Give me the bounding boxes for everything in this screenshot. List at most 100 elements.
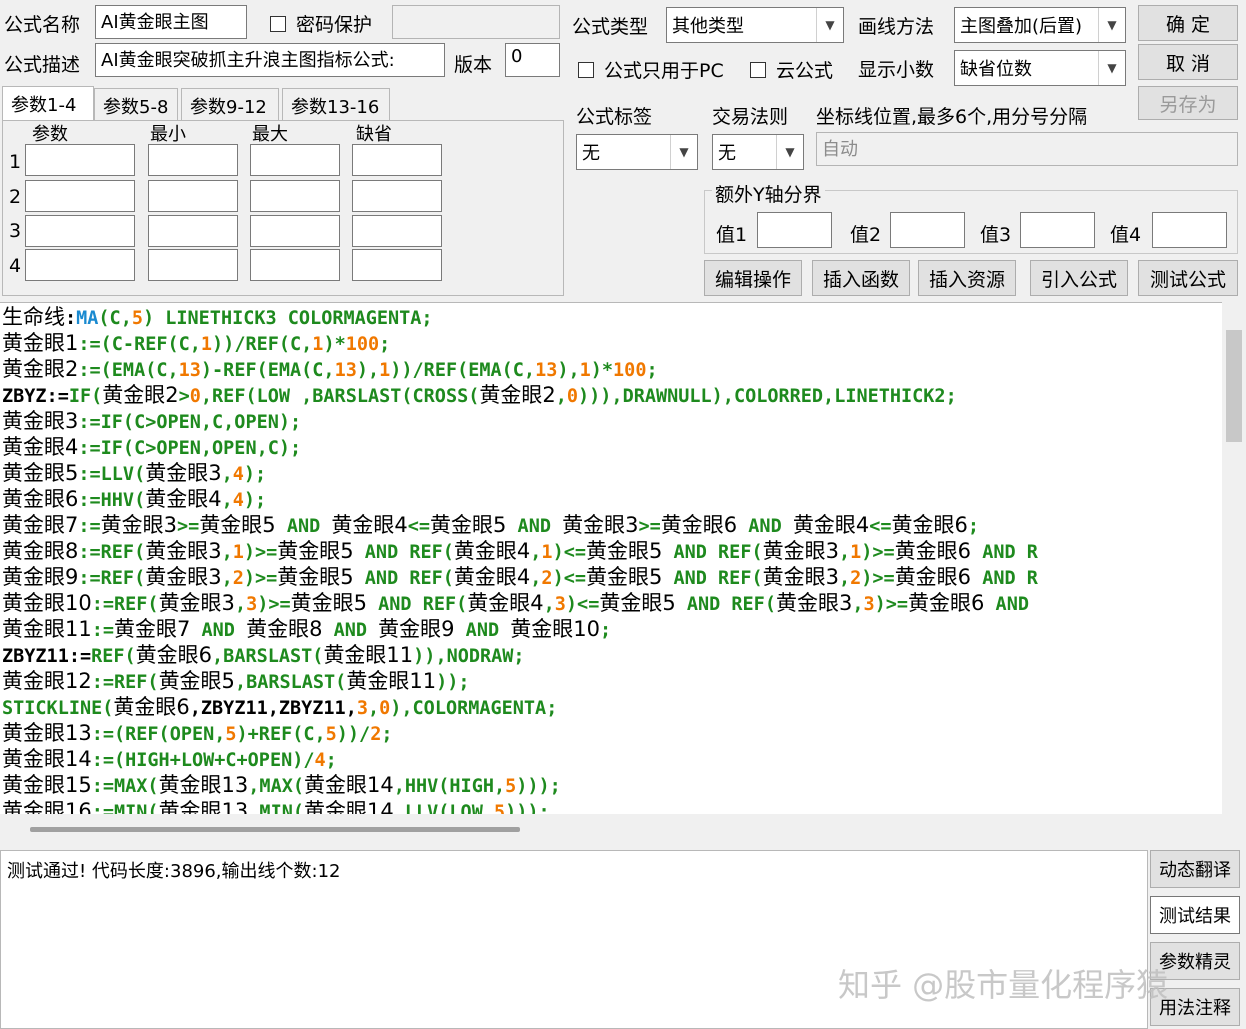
code-token: )<=	[552, 542, 586, 563]
tab-params-9-12[interactable]: 参数9-12	[181, 88, 279, 120]
code-token: 黄金眼8	[2, 539, 79, 563]
y-value-3-input[interactable]	[1020, 212, 1095, 248]
formula-desc-input[interactable]: AI黄金眼突破抓主升浪主图指标公式:	[95, 43, 445, 77]
code-line[interactable]: ZBYZ:=IF(黄金眼2>0,REF(LOW ,BARSLAST(CROSS(…	[2, 382, 957, 410]
tab-params-5-8[interactable]: 参数5-8	[94, 88, 178, 120]
code-line[interactable]: 黄金眼10:=REF(黄金眼3,3)>=黄金眼5 AND REF(黄金眼4,3)…	[2, 590, 1029, 618]
code-token: ),COLORMAGENTA;	[390, 698, 558, 719]
draw-method-select[interactable]: 主图叠加(后置) ▼	[954, 7, 1126, 43]
cloud-checkbox[interactable]: 云公式	[750, 56, 833, 83]
save-as-button[interactable]: 另存为	[1138, 86, 1238, 120]
param-name-input[interactable]	[25, 249, 135, 281]
tab-params-1-4[interactable]: 参数1-4	[2, 86, 94, 122]
checkbox-box[interactable]	[270, 15, 286, 32]
scroll-thumb[interactable]	[30, 827, 520, 832]
y-value-4-input[interactable]	[1152, 212, 1227, 248]
code-token: 黄金眼2	[102, 383, 179, 407]
param-max-input[interactable]	[250, 180, 340, 212]
code-token: )>=	[257, 594, 291, 615]
horizontal-scrollbar[interactable]	[0, 814, 1246, 844]
code-line[interactable]: 黄金眼15:=MAX(黄金眼13,MAX(黄金眼14,HHV(HIGH,5)))…	[2, 772, 561, 800]
code-line[interactable]: 黄金眼8:=REF(黄金眼3,1)>=黄金眼5 AND REF(黄金眼4,1)<…	[2, 538, 1038, 566]
password-checkbox[interactable]: 密码保护	[270, 10, 372, 37]
code-line[interactable]: 黄金眼3:=IF(C>OPEN,C,OPEN);	[2, 408, 301, 436]
dynamic-translate-button[interactable]: 动态翻译	[1150, 850, 1240, 888]
vertical-scrollbar[interactable]	[1222, 302, 1246, 814]
insert-resource-button[interactable]: 插入资源	[918, 260, 1016, 296]
ok-button[interactable]: 确 定	[1138, 5, 1238, 41]
code-token: ))),DRAWNULL),COLORRED,LINETHICK2;	[578, 386, 957, 407]
code-token: 1	[379, 360, 391, 381]
param-default-input[interactable]	[352, 249, 442, 281]
password-input[interactable]	[392, 5, 560, 39]
code-line[interactable]: 黄金眼12:=REF(黄金眼5,BARSLAST(黄金眼11));	[2, 668, 469, 696]
param-max-input[interactable]	[250, 215, 340, 247]
param-min-input[interactable]	[148, 249, 238, 281]
y-value-2-input[interactable]	[890, 212, 965, 248]
code-line[interactable]: 黄金眼16:=MIN(黄金眼13,MIN(黄金眼14,LLV(LOW,5)));	[2, 798, 550, 815]
checkbox-box[interactable]	[578, 61, 594, 78]
code-token: 黄金眼4	[2, 435, 79, 459]
coord-line-input[interactable]: 自动	[816, 132, 1238, 166]
code-line[interactable]: 黄金眼14:=(HIGH+LOW+C+OPEN)/4;	[2, 746, 337, 774]
code-token: 1	[541, 542, 553, 563]
code-line[interactable]: 黄金眼2:=(EMA(C,13)-REF(EMA(C,13),1))/REF(E…	[2, 356, 658, 384]
param-row-label: 1	[9, 151, 22, 173]
code-line[interactable]: 黄金眼6:=HHV(黄金眼4,4);	[2, 486, 266, 514]
formula-tag-select[interactable]: 无 ▼	[576, 134, 698, 170]
param-max-input[interactable]	[250, 144, 340, 176]
code-token: 黄金眼6	[2, 487, 79, 511]
param-max-input[interactable]	[250, 249, 340, 281]
code-line[interactable]: STICKLINE(黄金眼6,ZBYZ11,ZBYZ11,3,0),COLORM…	[2, 694, 557, 722]
code-token: ,	[555, 386, 567, 407]
test-result-button[interactable]: 测试结果	[1150, 896, 1240, 934]
code-line[interactable]: 黄金眼7:=黄金眼3>=黄金眼5 AND 黄金眼4<=黄金眼5 AND 黄金眼3…	[2, 512, 979, 540]
code-line[interactable]: 黄金眼9:=REF(黄金眼3,2)>=黄金眼5 AND REF(黄金眼4,2)<…	[2, 564, 1038, 592]
chevron-down-icon[interactable]: ▼	[1098, 8, 1125, 42]
cancel-button[interactable]: 取 消	[1138, 44, 1238, 80]
code-line[interactable]: 黄金眼5:=LLV(黄金眼3,4);	[2, 460, 266, 488]
test-formula-button[interactable]: 测试公式	[1138, 260, 1238, 296]
chevron-down-icon[interactable]: ▼	[816, 8, 843, 42]
param-min-input[interactable]	[148, 180, 238, 212]
param-header: 缺省	[356, 124, 392, 145]
code-editor[interactable]: 生命线:MA(C,5) LINETHICK3 COLORMAGENTA; 黄金眼1…	[0, 302, 1222, 815]
insert-function-button[interactable]: 插入函数	[812, 260, 910, 296]
trade-rule-select[interactable]: 无 ▼	[712, 134, 804, 170]
decimal-select[interactable]: 缺省位数 ▼	[954, 50, 1126, 86]
code-line[interactable]: ZBYZ11:=REF(黄金眼6,BARSLAST(黄金眼11)),NODRAW…	[2, 642, 525, 670]
formula-name-input[interactable]: AI黄金眼主图	[95, 5, 247, 39]
code-line[interactable]: 黄金眼11:=黄金眼7 AND 黄金眼8 AND 黄金眼9 AND 黄金眼10;	[2, 616, 611, 644]
formula-type-select[interactable]: 其他类型 ▼	[666, 7, 844, 43]
scroll-thumb[interactable]	[1226, 330, 1242, 442]
import-formula-button[interactable]: 引入公式	[1030, 260, 1128, 296]
param-default-input[interactable]	[352, 180, 442, 212]
tab-params-13-16[interactable]: 参数13-16	[282, 88, 390, 120]
code-token: 黄金眼6	[908, 591, 985, 615]
param-name-input[interactable]	[25, 180, 135, 212]
param-min-input[interactable]	[148, 215, 238, 247]
param-default-input[interactable]	[352, 144, 442, 176]
code-line[interactable]: 黄金眼13:=(REF(OPEN,5)+REF(C,5))/2;	[2, 720, 392, 748]
edit-ops-button[interactable]: 编辑操作	[704, 260, 802, 296]
code-token: 3	[863, 594, 875, 615]
code-token: ZBYZ:=	[2, 386, 69, 407]
chevron-down-icon[interactable]: ▼	[1098, 51, 1125, 85]
code-line[interactable]: 黄金眼4:=IF(C>OPEN,OPEN,C);	[2, 434, 301, 462]
y-value-1-input[interactable]	[757, 212, 832, 248]
chevron-down-icon[interactable]: ▼	[776, 135, 803, 169]
code-token: AND REF(	[367, 594, 468, 615]
param-name-input[interactable]	[25, 215, 135, 247]
param-default-input[interactable]	[352, 215, 442, 247]
code-line[interactable]: 黄金眼1:=(C-REF(C,1))/REF(C,1)*100;	[2, 330, 390, 358]
code-line[interactable]: 生命线:MA(C,5) LINETHICK3 COLORMAGENTA;	[2, 304, 433, 332]
code-token: 黄金眼12	[2, 669, 92, 693]
checkbox-box[interactable]	[750, 61, 766, 78]
pc-only-checkbox[interactable]: 公式只用于PC	[578, 56, 724, 83]
chevron-down-icon[interactable]: ▼	[670, 135, 697, 169]
param-min-input[interactable]	[148, 144, 238, 176]
cloud-label: 云公式	[776, 60, 834, 82]
code-token: 黄金眼6	[113, 695, 190, 719]
param-name-input[interactable]	[25, 144, 135, 176]
version-input[interactable]: 0	[505, 43, 560, 77]
